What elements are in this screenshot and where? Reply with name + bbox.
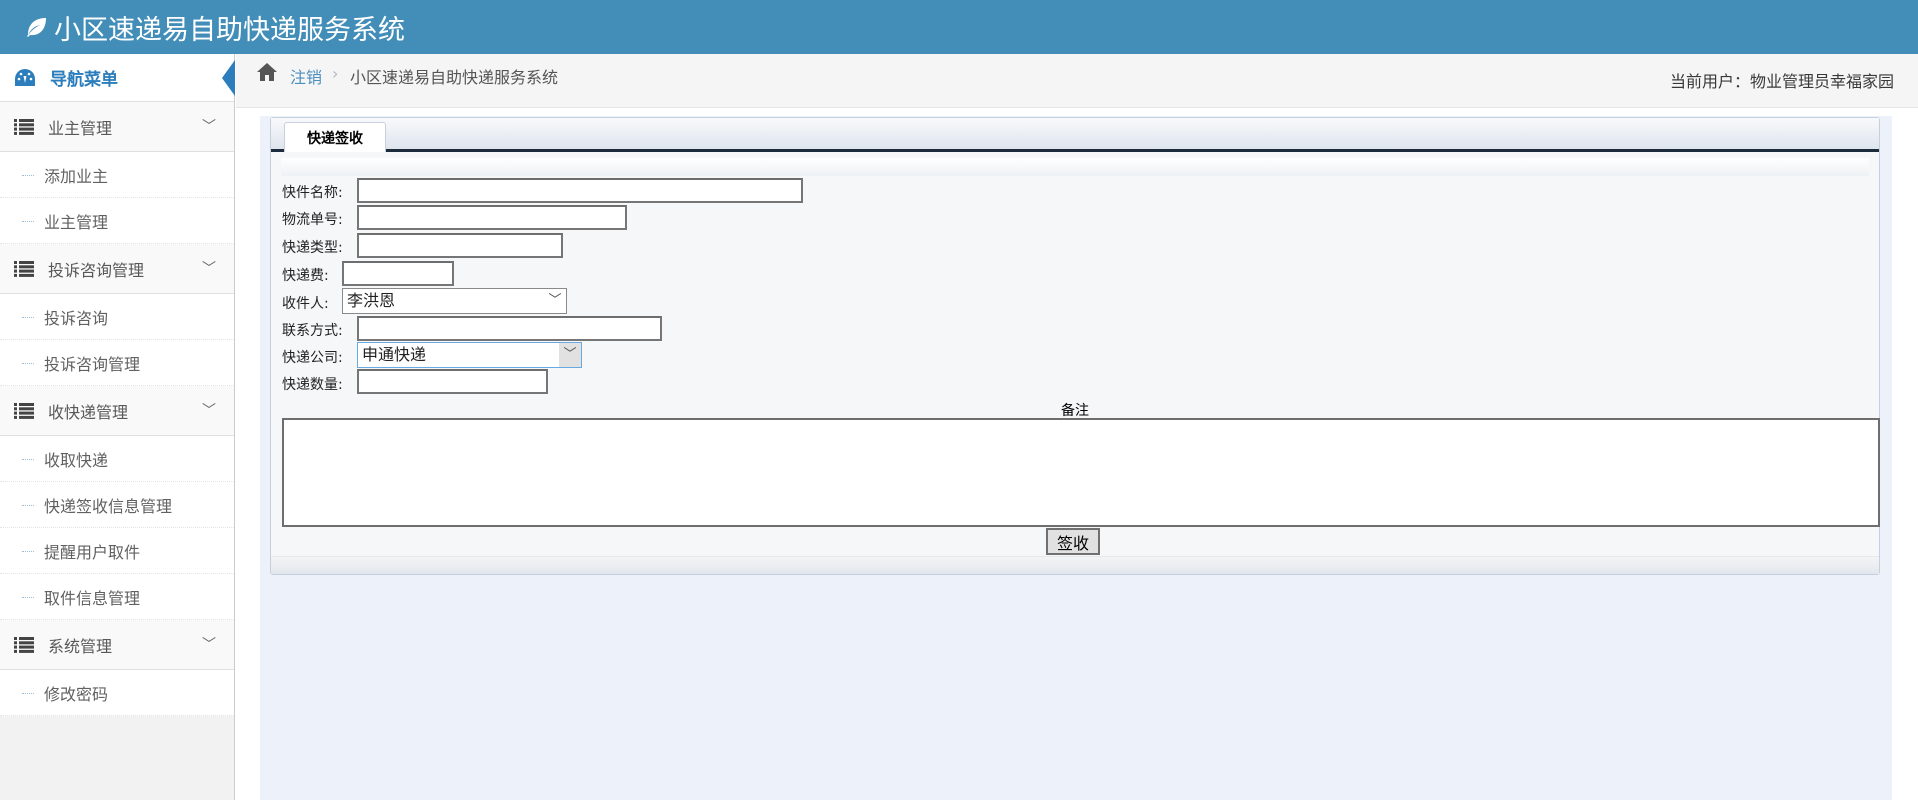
sidebar-item[interactable]: 投诉咨询 (0, 294, 234, 340)
top-bar: 小区速递易自助快递服务系统 (0, 0, 1918, 54)
breadcrumb-current: 小区速递易自助快递服务系统 (350, 68, 559, 87)
nav-menu-title: 导航菜单 (50, 70, 118, 90)
label-quantity: 快递数量: (282, 377, 343, 393)
sidebar-group-3[interactable]: 系统管理 ﹀ (0, 620, 234, 670)
tracking-number-input[interactable] (357, 205, 627, 230)
sidebar-item[interactable]: 快递签收信息管理 (0, 482, 234, 528)
sidebar-group-2[interactable]: 收快递管理 ﹀ (0, 386, 234, 436)
list-icon (14, 636, 34, 653)
company-value: 申通快递 (362, 345, 427, 364)
chevron-down-icon: ﹀ (548, 293, 562, 308)
list-icon (14, 402, 34, 419)
label-item-name: 快件名称: (282, 185, 343, 201)
sidebar-group-label: 投诉咨询管理 (48, 260, 145, 280)
sidebar-item[interactable]: 取件信息管理 (0, 574, 234, 620)
label-tracking-number: 物流单号: (282, 212, 343, 228)
label-contact: 联系方式: (282, 323, 343, 339)
remark-label: 备注 (1061, 403, 1089, 419)
remark-textarea[interactable] (282, 418, 1880, 527)
leaf-icon (27, 18, 46, 37)
sidebar-item[interactable]: 修改密码 (0, 670, 234, 716)
panel-footer (271, 556, 1879, 574)
sidebar-item[interactable]: 业主管理 (0, 198, 234, 244)
sidebar: 导航菜单 业主管理 ﹀ 添加业主 业主管理 投诉咨询管理 ﹀ 投诉咨询 投诉咨询管理 收快递管理… (0, 54, 235, 800)
label-express-type: 快递类型: (282, 240, 343, 256)
sidebar-group-label: 系统管理 (48, 636, 113, 656)
logout-link[interactable]: 注销 (290, 64, 322, 88)
contact-input[interactable] (357, 316, 662, 341)
label-company: 快递公司: (282, 350, 343, 366)
sidebar-group-1[interactable]: 投诉咨询管理 ﹀ (0, 244, 234, 294)
company-select[interactable]: 申通快递 ﹀ (357, 342, 582, 368)
sidebar-item[interactable]: 投诉咨询管理 (0, 340, 234, 386)
recipient-value: 李洪恩 (347, 291, 396, 310)
sidebar-group-label: 收快递管理 (48, 402, 129, 422)
chevron-down-icon: ﹀ (202, 119, 216, 135)
nav-menu-header: 导航菜单 (0, 54, 235, 102)
chevron-down-icon: ﹀ (559, 343, 581, 367)
list-icon (14, 260, 34, 277)
active-indicator (222, 60, 235, 96)
chevron-down-icon: ﹀ (202, 403, 216, 419)
sidebar-item[interactable]: 提醒用户取件 (0, 528, 234, 574)
quantity-input[interactable] (357, 369, 548, 394)
express-fee-input[interactable] (342, 261, 454, 286)
list-icon (14, 118, 34, 135)
tab-bar: 快递签收 (271, 118, 1879, 152)
item-name-input[interactable] (357, 178, 803, 203)
tab-express-sign[interactable]: 快递签收 (284, 122, 386, 152)
express-type-input[interactable] (357, 233, 563, 258)
recipient-select[interactable]: 李洪恩 ﹀ (342, 288, 567, 314)
breadcrumb: 注销 › 小区速递易自助快递服务系统 当前用户：物业管理员幸福家园 (236, 54, 1918, 108)
panel-strip (281, 158, 1869, 176)
sidebar-group-label: 业主管理 (48, 118, 113, 138)
breadcrumb-separator: › (332, 64, 339, 83)
chevron-down-icon: ﹀ (202, 637, 216, 653)
sidebar-item[interactable]: 添加业主 (0, 152, 234, 198)
app-title: 小区速递易自助快递服务系统 (54, 14, 405, 46)
current-user: 当前用户：物业管理员幸福家园 (1669, 72, 1894, 91)
express-sign-panel: 快递签收 快件名称: 物流单号: 快递类型: 快递费: 收件人: 李洪恩 ﹀ 联… (270, 117, 1880, 575)
chevron-down-icon: ﹀ (202, 261, 216, 277)
home-icon[interactable] (256, 62, 278, 82)
sidebar-group-0[interactable]: 业主管理 ﹀ (0, 102, 234, 152)
sidebar-item[interactable]: 收取快递 (0, 436, 234, 482)
label-recipient: 收件人: (282, 296, 329, 312)
label-express-fee: 快递费: (282, 268, 329, 284)
dashboard-icon (15, 68, 35, 86)
sign-button[interactable]: 签收 (1046, 528, 1100, 555)
